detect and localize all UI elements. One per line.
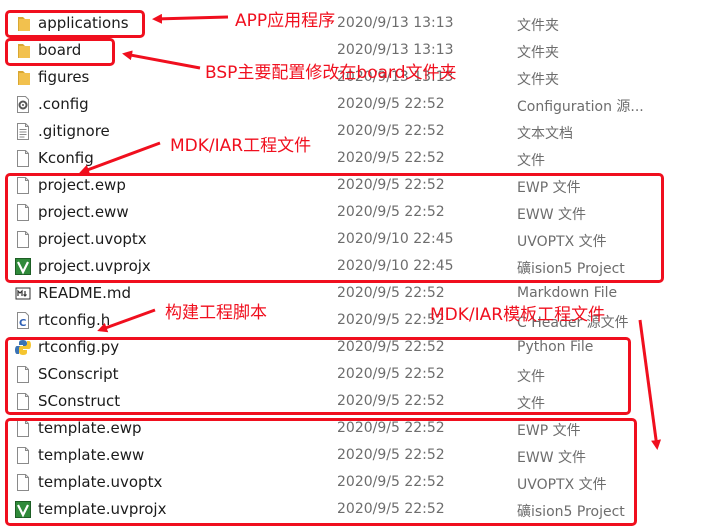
arrow-mdk-project [79, 141, 161, 175]
arrow-bsp [122, 50, 201, 70]
arrow-build [97, 308, 156, 333]
annotation-bsp: BSP主要配置修改在board文件夹 [205, 63, 457, 83]
arrow-app [152, 13, 229, 24]
arrow-mdk-template [638, 319, 662, 450]
annotation-mdk-project: MDK/IAR工程文件 [170, 136, 312, 156]
annotation-mdk-template: MDK/IAR模板工程文件 [430, 305, 606, 325]
annotation-app: APP应用程序 [235, 11, 336, 31]
annotation-build: 构建工程脚本 [165, 303, 267, 323]
